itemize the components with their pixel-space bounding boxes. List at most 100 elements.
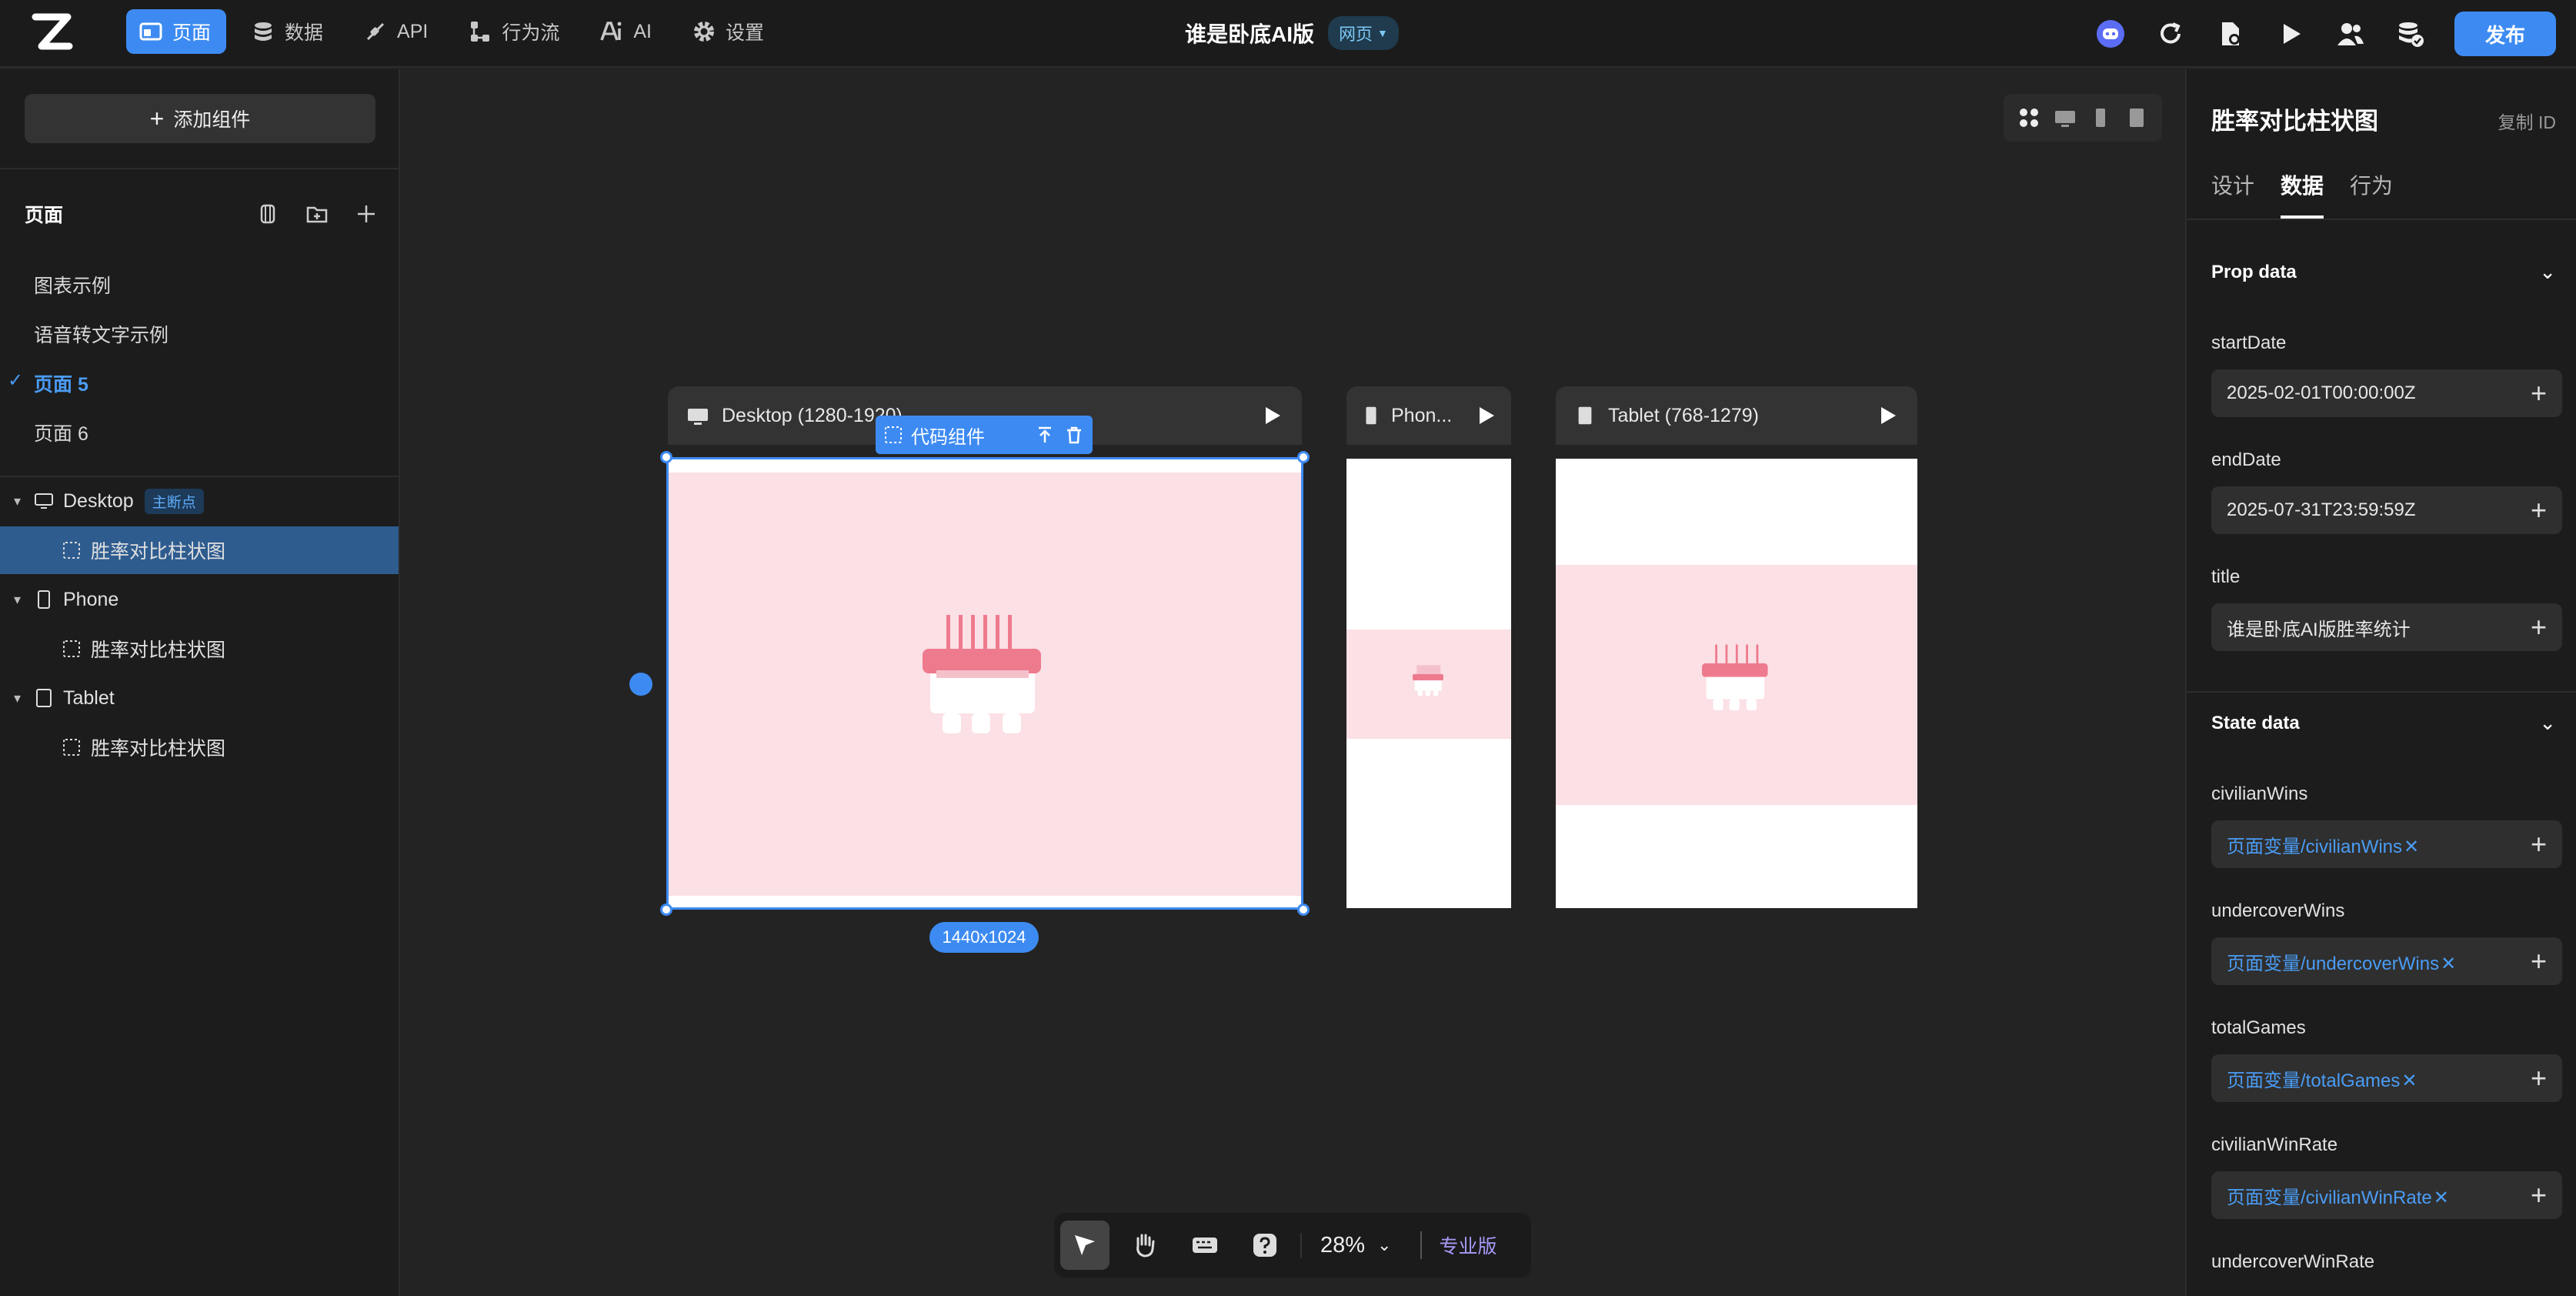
grid-view-icon[interactable] [2017, 106, 2040, 129]
collaborators-button[interactable] [2334, 18, 2367, 50]
nav-pages[interactable]: 页面 [126, 9, 227, 54]
nav-data[interactable]: 数据 [239, 9, 339, 54]
project-type-dropdown[interactable]: 网页 ▼ [1328, 16, 1399, 50]
select-tool-button[interactable] [1060, 1221, 1109, 1270]
nav-flow[interactable]: 行为流 [455, 9, 575, 54]
resize-handle-bottom-left[interactable] [660, 904, 672, 916]
prop-label-startdate: startDate [2211, 332, 2287, 353]
phone-frame-header[interactable]: Phon... [1346, 386, 1511, 445]
chevron-down-icon: ⌄ [1377, 1235, 1392, 1254]
caret-down-icon[interactable]: ▾ [14, 493, 25, 509]
tab-data[interactable]: 数据 [2281, 169, 2324, 219]
prop-field-enddate[interactable]: 2025-07-31T23:59:59Z + [2211, 486, 2562, 534]
component-placeholder-icon [1413, 665, 1443, 696]
play-icon[interactable] [1876, 404, 1899, 427]
hand-tool-button[interactable] [1120, 1221, 1170, 1270]
remove-binding-icon[interactable]: ✕ [2441, 954, 2456, 974]
tree-node-tablet-chart[interactable]: 胜率对比柱状图 [0, 723, 399, 771]
resize-handle-top-left[interactable] [660, 451, 672, 463]
caret-down-icon[interactable]: ▾ [14, 592, 25, 608]
robot-icon [2096, 20, 2124, 48]
remove-binding-icon[interactable]: ✕ [2401, 1071, 2417, 1091]
help-icon [1253, 1234, 1276, 1257]
tablet-view-icon[interactable] [2125, 106, 2148, 129]
prop-data-section-header[interactable]: Prop data ⌄ [2211, 260, 2556, 284]
publish-button[interactable]: 发布 [2454, 12, 2556, 56]
tab-design[interactable]: 设计 [2211, 169, 2254, 219]
prop-field-title[interactable]: 谁是卧底AI版胜率统计 + [2211, 603, 2562, 651]
monitor-icon [35, 493, 53, 509]
layout-menu-handle[interactable] [629, 673, 652, 696]
add-component-button[interactable]: + 添加组件 [25, 94, 375, 143]
code-component-icon [885, 426, 902, 443]
tree-node-desktop-chart[interactable]: 胜率对比柱状图 [0, 526, 399, 574]
remove-binding-icon[interactable]: ✕ [2404, 837, 2419, 857]
state-data-section-header[interactable]: State data ⌄ [2211, 711, 2556, 735]
nav-api[interactable]: API [351, 9, 443, 54]
desktop-view-icon[interactable] [2054, 106, 2077, 129]
add-page-icon[interactable] [354, 202, 379, 226]
flow-icon [471, 22, 490, 42]
phone-view-icon[interactable] [2089, 106, 2112, 129]
plus-icon[interactable]: + [2531, 379, 2547, 407]
tablet-frame-header[interactable]: Tablet (768-1279) [1556, 386, 1917, 445]
page-template-icon[interactable] [255, 202, 280, 226]
code-component-icon [63, 739, 80, 756]
plus-icon[interactable]: + [2531, 613, 2547, 641]
resize-handle-top-right[interactable] [1297, 451, 1310, 463]
remove-binding-icon[interactable]: ✕ [2434, 1187, 2449, 1208]
help-button[interactable] [1240, 1221, 1290, 1270]
play-icon [2283, 24, 2301, 44]
database-check-button[interactable] [2394, 18, 2427, 50]
tree-tablet-chart-label: 胜率对比柱状图 [91, 738, 226, 760]
monitor-icon [688, 409, 708, 425]
nav-settings-label: 设置 [725, 22, 764, 44]
pro-edition-label[interactable]: 专业版 [1420, 1231, 1497, 1259]
pages-header: 页面 [25, 199, 379, 229]
prop-field-startdate[interactable]: 2025-02-01T00:00:00Z + [2211, 369, 2562, 417]
refresh-button[interactable] [2154, 18, 2187, 50]
resize-handle-bottom-right[interactable] [1297, 904, 1310, 916]
state-field-totalgames[interactable]: 页面变量/totalGames✕ + [2211, 1054, 2562, 1102]
pages-title: 页面 [25, 205, 64, 226]
zoom-dropdown[interactable]: 28% ⌄ [1300, 1232, 1410, 1258]
page-item-page-6[interactable]: 页面 6 [34, 419, 88, 449]
prop-data-title: Prop data [2211, 261, 2297, 282]
state-field-civilianwins[interactable]: 页面变量/civilianWins✕ + [2211, 820, 2562, 868]
tree-node-phone-chart[interactable]: 胜率对比柱状图 [0, 625, 399, 673]
nav-ai[interactable]: AI [587, 9, 667, 54]
tree-node-desktop[interactable]: ▾ Desktop 主断点 [0, 477, 399, 525]
tree-node-tablet[interactable]: ▾ Tablet [0, 674, 399, 722]
page-item-speech-example[interactable]: 语音转文字示例 [34, 320, 169, 351]
app-logo-icon[interactable] [31, 11, 74, 54]
caret-down-icon[interactable]: ▾ [14, 690, 25, 706]
database-check-icon [2398, 22, 2424, 47]
plus-icon[interactable]: + [2531, 1181, 2547, 1209]
add-folder-icon[interactable] [305, 202, 329, 226]
plus-icon[interactable]: + [2531, 1064, 2547, 1092]
play-icon[interactable] [1474, 404, 1497, 427]
assistant-button[interactable] [2094, 18, 2127, 50]
page-item-page-5[interactable]: 页面 5 [34, 369, 88, 400]
page-item-chart-example[interactable]: 图表示例 [34, 271, 111, 302]
plus-icon[interactable]: + [2531, 947, 2547, 975]
trash-icon[interactable] [1063, 424, 1085, 446]
copy-id-button[interactable]: 复制 ID [2498, 108, 2556, 134]
keyboard-shortcuts-button[interactable] [1180, 1221, 1230, 1270]
play-icon[interactable] [1260, 404, 1283, 427]
nav-settings[interactable]: 设置 [679, 9, 779, 54]
tab-behavior[interactable]: 行为 [2350, 169, 2393, 219]
select-parent-icon[interactable] [1034, 424, 1056, 446]
tree-node-phone[interactable]: ▾ Phone [0, 576, 399, 623]
state-field-civilianwinrate[interactable]: 页面变量/civilianWinRate✕ + [2211, 1171, 2562, 1219]
code-component-tag[interactable]: 代码组件 [876, 416, 1093, 454]
tablet-frame-canvas[interactable] [1556, 459, 1917, 908]
phone-frame-canvas[interactable] [1346, 459, 1511, 908]
plus-icon[interactable]: + [2531, 830, 2547, 858]
prop-value-title: 谁是卧底AI版胜率统计 [2227, 619, 2411, 640]
plus-icon[interactable]: + [2531, 496, 2547, 524]
page-settings-button[interactable] [2214, 18, 2247, 50]
state-field-undercoverwins[interactable]: 页面变量/undercoverWins✕ + [2211, 937, 2562, 985]
preview-button[interactable] [2274, 18, 2307, 50]
nav-ai-label: AI [633, 20, 652, 42]
